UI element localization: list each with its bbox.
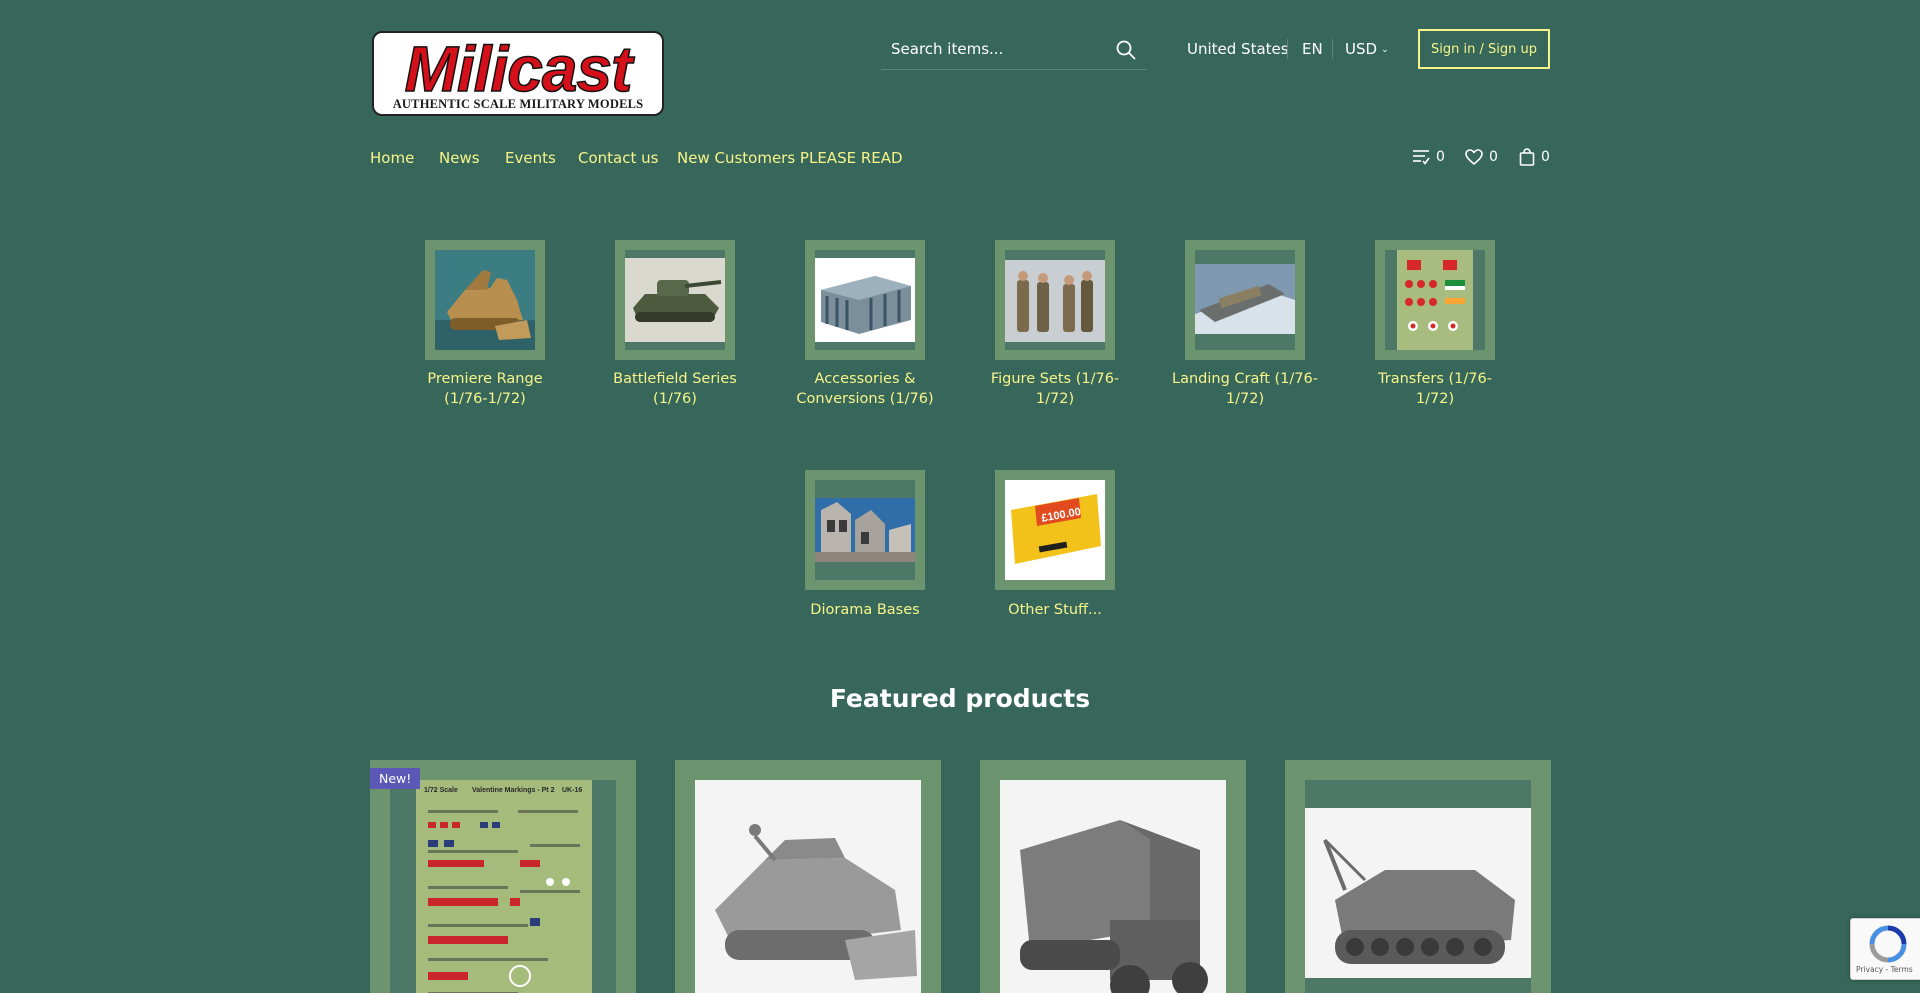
recaptcha-icon xyxy=(1869,925,1907,963)
search-bar xyxy=(881,30,1147,70)
product-image xyxy=(695,780,921,993)
category-thumbnail xyxy=(995,240,1115,360)
category-image xyxy=(1005,250,1105,350)
category-thumbnail xyxy=(615,240,735,360)
featured-products-heading: Featured products xyxy=(829,684,1091,713)
product-card[interactable] xyxy=(1285,760,1551,993)
site-logo[interactable]: Milicast AUTHENTIC SCALE MILITARY MODELS xyxy=(372,31,664,116)
category-label: Transfers (1/76-1/72) xyxy=(1378,371,1492,407)
category-thumbnail xyxy=(805,240,925,360)
product-card[interactable] xyxy=(675,760,941,993)
sheet-title: Valentine Markings - Pt 2 xyxy=(472,787,555,794)
language-selector[interactable]: EN xyxy=(1302,40,1323,58)
sheet-scale: 1/72 Scale xyxy=(424,787,458,794)
product-card[interactable] xyxy=(980,760,1246,993)
category-thumbnail xyxy=(425,240,545,360)
logo-wordmark: Milicast xyxy=(404,33,633,105)
category-label: Landing Craft (1/76-1/72) xyxy=(1172,371,1318,407)
category-label: Other Stuff... xyxy=(1008,602,1102,618)
product-image: 1/72 Scale Valentine Markings - Pt 2 UK-… xyxy=(390,780,616,993)
category-thumbnail xyxy=(805,470,925,590)
category-image xyxy=(815,250,915,350)
compare-button[interactable]: 0 xyxy=(1412,148,1445,166)
nav-contact-us[interactable]: Contact us xyxy=(578,149,658,167)
cart-button[interactable]: 0 xyxy=(1519,148,1550,166)
logo-tagline: AUTHENTIC SCALE MILITARY MODELS xyxy=(392,97,644,111)
category-label: Battlefield Series (1/76) xyxy=(613,371,737,407)
nav-events[interactable]: Events xyxy=(505,149,556,167)
currency-selector[interactable]: USD ⌄ xyxy=(1345,40,1389,58)
country-selector[interactable]: United States xyxy=(1187,40,1289,58)
recaptcha-links[interactable]: Privacy - Terms xyxy=(1856,965,1913,974)
product-card[interactable]: 1/72 Scale Valentine Markings - Pt 2 UK-… xyxy=(370,760,636,993)
category-image xyxy=(1195,250,1295,350)
product-image xyxy=(1305,780,1531,993)
compare-count: 0 xyxy=(1436,149,1445,165)
category-thumbnail xyxy=(1375,240,1495,360)
divider xyxy=(1332,39,1333,59)
divider xyxy=(1287,39,1288,59)
nav-news[interactable]: News xyxy=(439,149,480,167)
wishlist-count: 0 xyxy=(1489,149,1498,165)
category-label: Diorama Bases xyxy=(810,602,920,618)
shopping-bag-icon xyxy=(1519,148,1535,166)
recaptcha-badge[interactable]: Privacy - Terms xyxy=(1850,918,1920,980)
category-thumbnail xyxy=(1185,240,1305,360)
category-label: Premiere Range (1/76-1/72) xyxy=(427,371,543,407)
category-label: Figure Sets (1/76-1/72) xyxy=(990,371,1120,407)
nav-home[interactable]: Home xyxy=(370,149,414,167)
category-image xyxy=(435,250,535,350)
category-label: Accessories & Conversions (1/76) xyxy=(796,371,934,407)
heart-icon xyxy=(1465,149,1483,165)
cart-count: 0 xyxy=(1541,149,1550,165)
category-image xyxy=(1385,250,1485,350)
category-thumbnail: £100.00 xyxy=(995,470,1115,590)
category-image xyxy=(625,250,725,350)
currency-label: USD xyxy=(1345,40,1378,58)
wishlist-button[interactable]: 0 xyxy=(1465,148,1498,166)
chevron-down-icon: ⌄ xyxy=(1381,44,1389,55)
compare-list-icon xyxy=(1413,150,1430,165)
search-icon[interactable] xyxy=(1115,39,1137,61)
sign-in-button[interactable]: Sign in / Sign up xyxy=(1418,29,1550,69)
product-image xyxy=(1000,780,1226,993)
category-image xyxy=(815,480,915,580)
search-input[interactable] xyxy=(891,38,1101,60)
sheet-code: UK-16 xyxy=(562,787,582,794)
category-image: £100.00 xyxy=(1005,480,1105,580)
new-badge: New! xyxy=(370,768,421,789)
nav-new-customers[interactable]: New Customers PLEASE READ xyxy=(677,149,903,167)
